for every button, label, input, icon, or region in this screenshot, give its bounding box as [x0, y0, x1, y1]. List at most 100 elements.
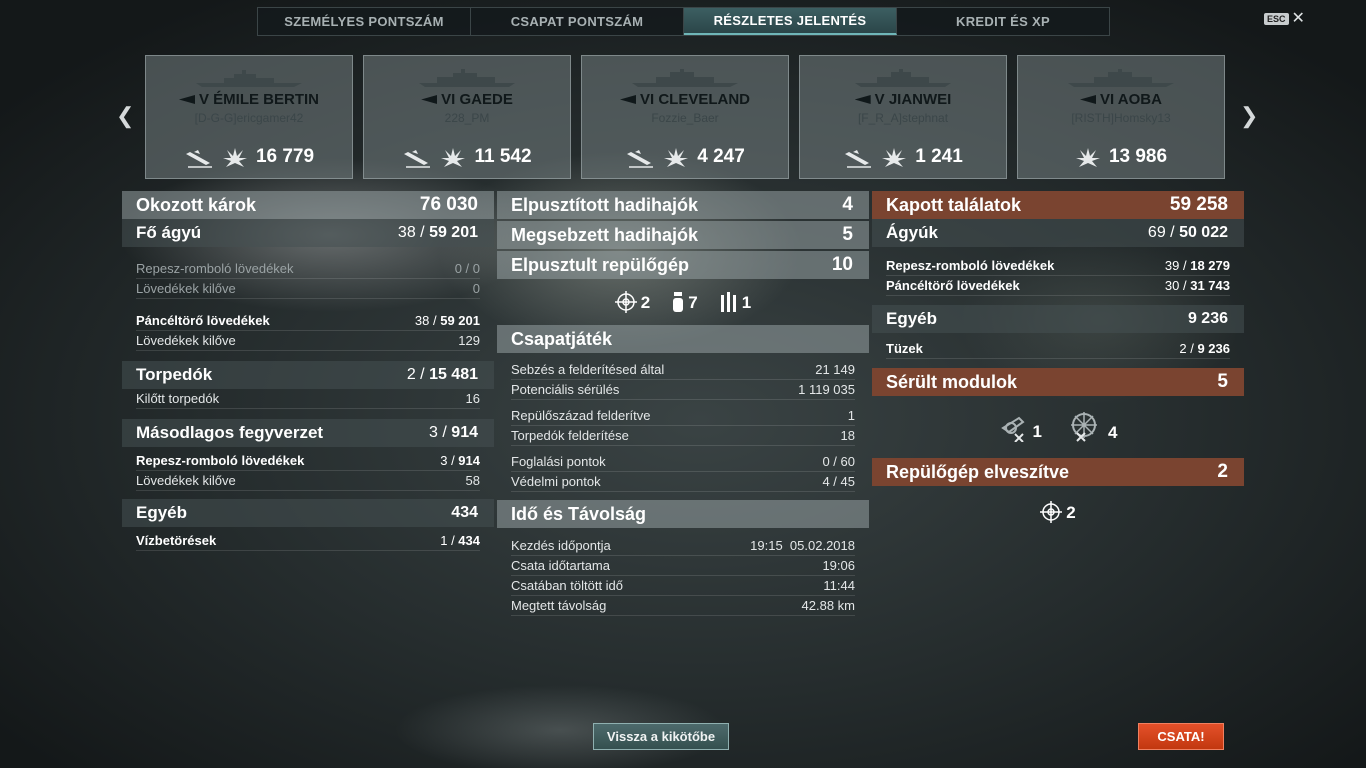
carousel-prev-arrow-icon[interactable]: ❮: [116, 105, 134, 127]
row-value: 0 / 0: [454, 261, 480, 276]
damage-dealt-value: 76 030: [419, 194, 478, 215]
row-value: 59 258: [1169, 194, 1228, 215]
sinking-ship-icon: [185, 150, 212, 168]
stat-row: Potenciális sérülés 1 119 035: [511, 380, 855, 400]
row-value: 5: [842, 224, 853, 245]
planes-breakdown: 2 7 1: [497, 279, 869, 325]
tab-detailed-report[interactable]: RÉSZLETES JELENTÉS: [684, 8, 897, 35]
stat-row: Repesz-romboló lövedékek 39 / 18 279: [886, 256, 1230, 276]
row-label: Repülőszázad felderítve: [511, 408, 651, 423]
ship-name: VI GAEDE: [441, 91, 513, 108]
row-value: 1: [847, 408, 855, 423]
turret-broken-icon: [1000, 416, 1025, 442]
ship-name: V ÉMILE BERTIN: [198, 91, 319, 108]
player-name: Fozzie_Baer: [651, 111, 719, 125]
row-label: Lövedékek kilőve: [136, 473, 236, 488]
row-label: Sebzés a felderítésed által: [511, 362, 665, 377]
ship-silhouette-icon: [419, 69, 515, 87]
back-to-port-button[interactable]: Vissza a kikötőbe: [593, 723, 729, 750]
icon-count: 1: [741, 293, 752, 312]
player-name: [D-G-G]ericgamer42: [194, 111, 304, 125]
explosion-icon: [1075, 148, 1100, 167]
battle-button[interactable]: CSATA!: [1138, 723, 1224, 750]
ship-card[interactable]: VI CLEVELAND Fozzie_Baer 4 247: [581, 55, 789, 179]
destroyer-class-icon: [854, 95, 871, 104]
bomb-icon: [673, 292, 684, 312]
other-received-row: Egyéb 9 236: [872, 305, 1244, 333]
row-label: Megsebzett hadihajók: [511, 224, 699, 245]
ship-score: 4 247: [697, 146, 745, 167]
hits-count: 38: [397, 224, 416, 241]
damage-dealt-header: Okozott károk 76 030: [122, 191, 494, 219]
row-label: Ágyúk: [886, 223, 938, 242]
ship-silhouette-icon: [632, 69, 738, 87]
row-label: Kezdés időpontja: [511, 538, 611, 553]
ship-card[interactable]: V ÉMILE BERTIN [D-G-G]ericgamer42 16 779: [145, 55, 353, 179]
row-label: Potenciális sérülés: [511, 382, 620, 397]
row-label: Megtett távolság: [511, 598, 607, 613]
tab-personal-score[interactable]: SZEMÉLYES PONTSZÁM: [258, 8, 471, 35]
hits-count: 1: [440, 533, 448, 548]
stat-row: Foglalási pontok 0 / 60: [511, 452, 855, 472]
ship-card[interactable]: V JIANWEI [F_R_A]stephnat 1 241: [799, 55, 1007, 179]
rockets-icon: [720, 292, 736, 312]
ship-score: 11 542: [474, 146, 532, 167]
hits-received-header: Kapott találatok 59 258: [872, 191, 1244, 219]
row-label: Másodlagos fegyverzet: [136, 423, 324, 442]
section-title: Kapott találatok: [886, 194, 1022, 215]
tab-credits-xp[interactable]: KREDIT ÉS XP: [897, 8, 1109, 35]
ship-score: 1 241: [915, 146, 963, 167]
crosshair-icon: [1040, 501, 1063, 523]
tab-team-score[interactable]: CSAPAT PONTSZÁM: [471, 8, 684, 35]
damage-total: 31 743: [1190, 278, 1230, 293]
report-tabs: SZEMÉLYES PONTSZÁM CSAPAT PONTSZÁM RÉSZL…: [257, 7, 1110, 36]
damage-total: 18 279: [1190, 258, 1230, 273]
row-value: 5: [1217, 371, 1228, 392]
stat-row: Repesz-romboló lövedékek 3 / 914: [136, 451, 480, 471]
esc-key-hint: ESC: [1264, 13, 1289, 25]
icon-count: 2: [640, 293, 651, 312]
hits-count: 3: [429, 424, 438, 441]
ship-card[interactable]: VI GAEDE 228_PM 11 542: [363, 55, 571, 179]
icon-count: 2: [1066, 503, 1076, 522]
row-label: Kilőtt torpedók: [136, 391, 220, 406]
planes-destroyed-header: Elpusztult repülőgép 10: [497, 251, 869, 279]
cruiser-class-icon: [178, 95, 195, 104]
carousel-next-arrow-icon[interactable]: ❯: [1240, 105, 1258, 127]
row-label: Repesz-romboló lövedékek: [136, 261, 294, 276]
stat-row: Sebzés a felderítésed által 21 149: [511, 360, 855, 380]
hits-count: 3: [440, 453, 448, 468]
stat-row: Kilőtt torpedók 16: [136, 389, 480, 409]
battle-stats-panel: Elpusztított hadihajók 4 Megsebzett hadih…: [497, 191, 869, 616]
stat-row: Páncéltörő lövedékek 30 / 31 743: [886, 276, 1230, 296]
stat-row: Repülőszázad felderítve 1: [511, 406, 855, 426]
ship-silhouette-icon: [1068, 69, 1174, 87]
hits-count: 30: [1164, 278, 1180, 293]
other-damage-row: Egyéb 434: [122, 499, 494, 527]
ship-name: VI AOBA: [1100, 91, 1162, 108]
ship-card[interactable]: VI AOBA [RISTH]Homsky13 13 986: [1017, 55, 1225, 179]
explosion-icon: [441, 148, 466, 167]
hits-count: 2: [1179, 341, 1187, 356]
section-title: Okozott károk: [136, 194, 257, 215]
teamplay-header: Csapatjáték: [497, 325, 869, 353]
section-title: Csapatjáték: [511, 328, 613, 349]
stat-row: Repesz-romboló lövedékek 0 / 0: [136, 259, 480, 279]
stat-row: Lövedékek kilőve 129: [136, 331, 480, 351]
stat-row: Csata időtartama 19:06: [511, 556, 855, 576]
row-value: 1 119 035: [798, 382, 855, 397]
cruiser-class-icon: [619, 95, 636, 104]
ship-silhouette-icon: [855, 69, 951, 87]
damage-total: 434: [458, 533, 480, 548]
hits-count: 39: [1164, 258, 1180, 273]
ships-damaged-header: Megsebzett hadihajók 5: [497, 221, 869, 249]
modules-breakdown: 1 4: [872, 396, 1244, 458]
explosion-icon: [222, 148, 247, 167]
ship-name: VI CLEVELAND: [639, 91, 750, 108]
stat-row: Kezdés időpontja 19:15 05.02.2018: [511, 536, 855, 556]
stat-row: Lövedékek kilőve 58: [136, 471, 480, 491]
sinking-ship-icon: [845, 150, 872, 168]
close-button[interactable]: ESC ✕: [1264, 11, 1305, 27]
icon-count: 1: [1032, 422, 1042, 441]
icon-count: 4: [1108, 423, 1118, 442]
